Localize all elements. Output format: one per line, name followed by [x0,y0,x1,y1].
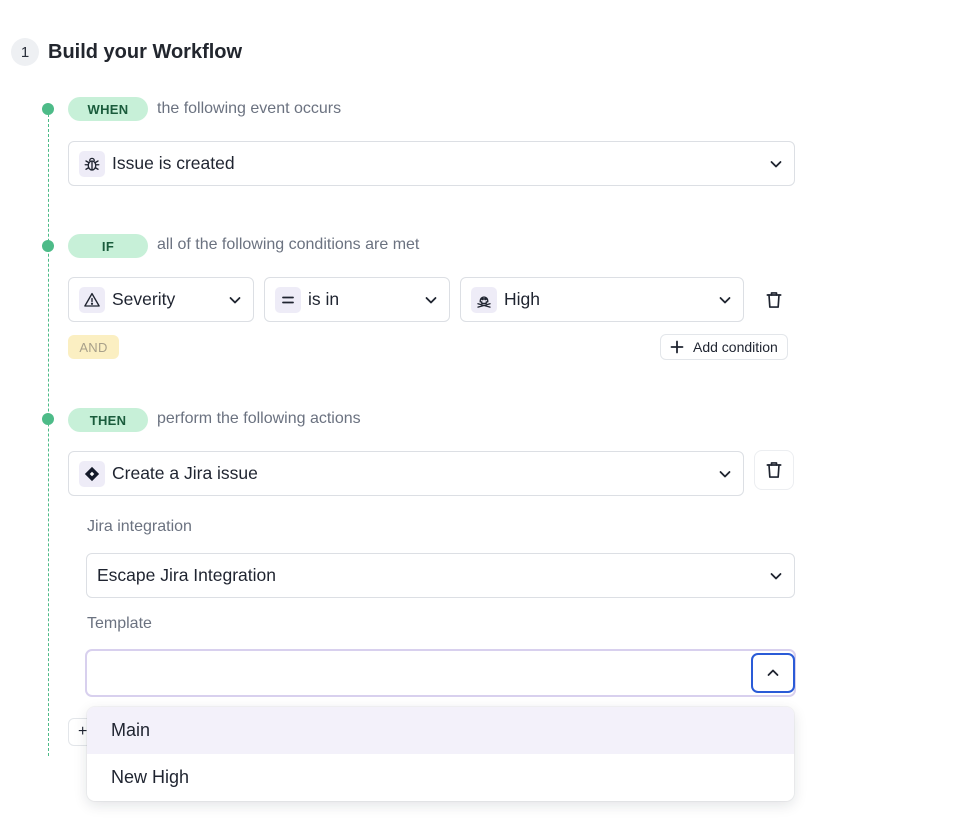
page-title: Build your Workflow [48,41,243,63]
chevron-down-icon [770,160,782,167]
add-condition-button[interactable]: Add condition [660,334,788,360]
skull-icon [471,286,497,313]
chevron-up-icon [767,669,779,676]
template-option-main[interactable]: Main [87,707,794,754]
if-description: all of the following conditions are met [157,236,420,253]
and-badge: AND [68,335,119,359]
template-dropdown: Main New High [87,707,794,801]
chevron-down-icon [770,572,782,579]
timeline-dot-then [42,413,54,425]
bug-icon [79,150,105,177]
chevron-down-icon [719,470,731,477]
jira-diamond-icon [79,460,105,487]
when-pill: WHEN [68,97,148,121]
if-pill: IF [68,234,148,258]
timeline-line [48,104,49,756]
template-input[interactable] [85,649,796,697]
timeline-dot-if [42,240,54,252]
chevron-down-icon [425,296,437,303]
condition-operator-value: is in [308,289,340,309]
template-option-new-high[interactable]: New High [87,754,794,801]
chevron-down-icon [719,296,731,303]
add-condition-label: Add condition [693,339,778,355]
then-pill: THEN [68,408,148,432]
template-label: Template [87,615,152,632]
delete-action-button[interactable] [754,450,794,490]
condition-field-value: Severity [112,289,176,309]
timeline-dot-when [42,103,54,115]
step-number-badge: 1 [11,38,39,66]
action-select-value: Create a Jira issue [112,463,258,483]
jira-integration-value: Escape Jira Integration [97,565,276,585]
equals-icon [275,286,301,313]
jira-integration-label: Jira integration [87,518,192,535]
warning-triangle-icon [79,286,105,313]
plus-icon [670,340,684,354]
event-select[interactable]: Issue is created [68,141,795,186]
chevron-down-icon [229,296,241,303]
jira-integration-select[interactable]: Escape Jira Integration [86,553,795,598]
condition-field-select[interactable]: Severity [68,277,254,322]
when-description: the following event occurs [157,100,342,117]
then-description: perform the following actions [157,410,361,427]
event-select-value: Issue is created [112,153,235,173]
delete-condition-button[interactable] [754,280,794,320]
condition-operator-select[interactable]: is in [264,277,450,322]
trash-icon [766,462,782,478]
condition-value-select[interactable]: High [460,277,744,322]
condition-value-value: High [504,289,540,309]
template-toggle-button[interactable] [751,653,795,693]
trash-icon [766,292,782,308]
action-select[interactable]: Create a Jira issue [68,451,744,496]
